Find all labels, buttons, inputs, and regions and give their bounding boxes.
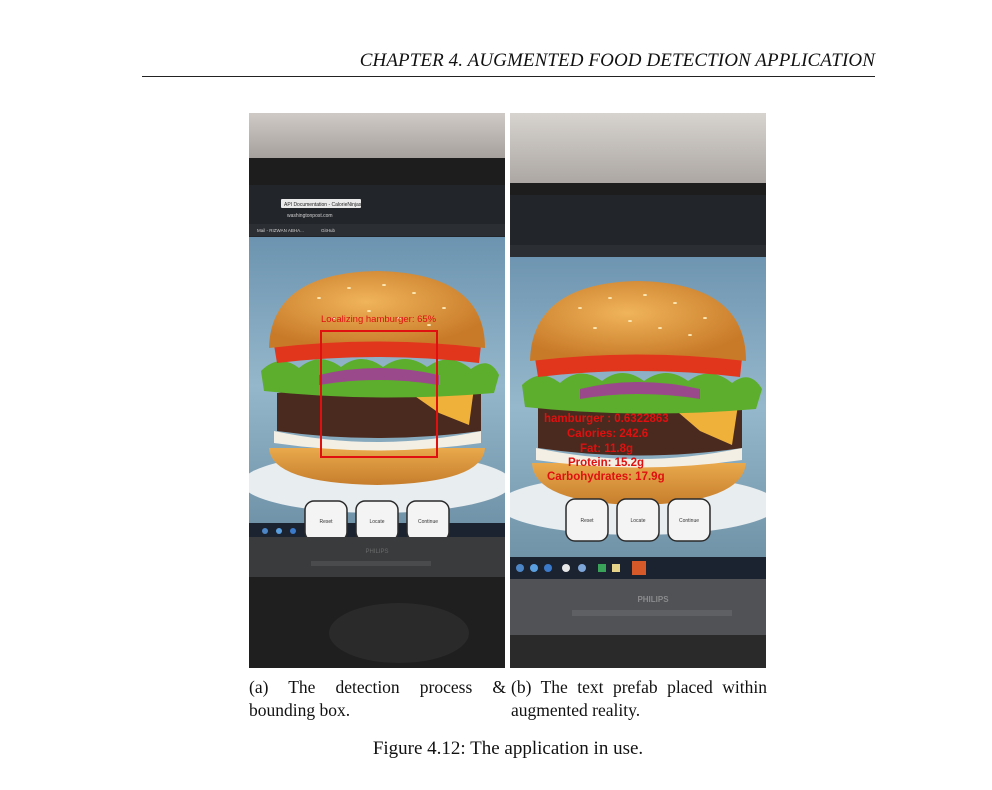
chapter-title: CHAPTER 4. AUGMENTED FOOD DETECTION APPL… bbox=[359, 50, 875, 71]
running-head: CHAPTER 4. AUGMENTED FOOD DETECTION APPL… bbox=[142, 48, 875, 77]
locate-button-label: Locate bbox=[630, 518, 645, 524]
continue-button[interactable]: Continue bbox=[667, 498, 711, 542]
photo-b-illustration: hamburger : 0.6322863 Calories: 242.6 Fa… bbox=[510, 113, 766, 668]
photo-detection-process: API Documentation - CalorieNinjas washin… bbox=[249, 113, 505, 668]
localizing-label: Localizing hamburger: 65% bbox=[321, 314, 437, 325]
continue-button-label: Continue bbox=[679, 518, 699, 524]
locate-button-label: Locate bbox=[369, 519, 384, 525]
reset-button-label: Reset bbox=[319, 519, 333, 525]
detection-label: hamburger : 0.6322863 bbox=[544, 413, 669, 425]
protein-text: Protein: 15.2g bbox=[568, 457, 644, 469]
subcaption-a: (a) The detection process & bounding box… bbox=[249, 677, 506, 720]
browser-tab-label: API Documentation - CalorieNinjas bbox=[284, 202, 362, 208]
subcaption-b: (b) The text prefab placed within augmen… bbox=[511, 677, 767, 720]
figure-caption: Figure 4.12: The application in use. bbox=[372, 738, 644, 759]
continue-button[interactable]: Continue bbox=[406, 500, 450, 542]
reset-button-label: Reset bbox=[580, 518, 594, 524]
calories-text: Calories: 242.6 bbox=[567, 428, 648, 440]
bookmark-mail: Mail - RIZWAN ABHA... bbox=[257, 228, 304, 233]
continue-button-label: Continue bbox=[418, 519, 438, 525]
locate-button[interactable]: Locate bbox=[355, 500, 399, 542]
photo-a-illustration: API Documentation - CalorieNinjas washin… bbox=[249, 113, 505, 668]
fat-text: Fat: 11.8g bbox=[580, 443, 633, 455]
address-bar-text: washingtonpost.com bbox=[287, 213, 333, 219]
reset-button[interactable]: Reset bbox=[565, 498, 609, 542]
photo-text-prefab: hamburger : 0.6322863 Calories: 242.6 Fa… bbox=[510, 113, 766, 668]
reset-button[interactable]: Reset bbox=[304, 500, 348, 542]
monitor-brand: PHILIPS bbox=[637, 595, 669, 604]
bookmark-github: GitHub bbox=[321, 228, 336, 233]
locate-button[interactable]: Locate bbox=[616, 498, 660, 542]
carbohydrates-text: Carbohydrates: 17.9g bbox=[547, 471, 665, 483]
monitor-brand: PHILIPS bbox=[365, 549, 388, 555]
